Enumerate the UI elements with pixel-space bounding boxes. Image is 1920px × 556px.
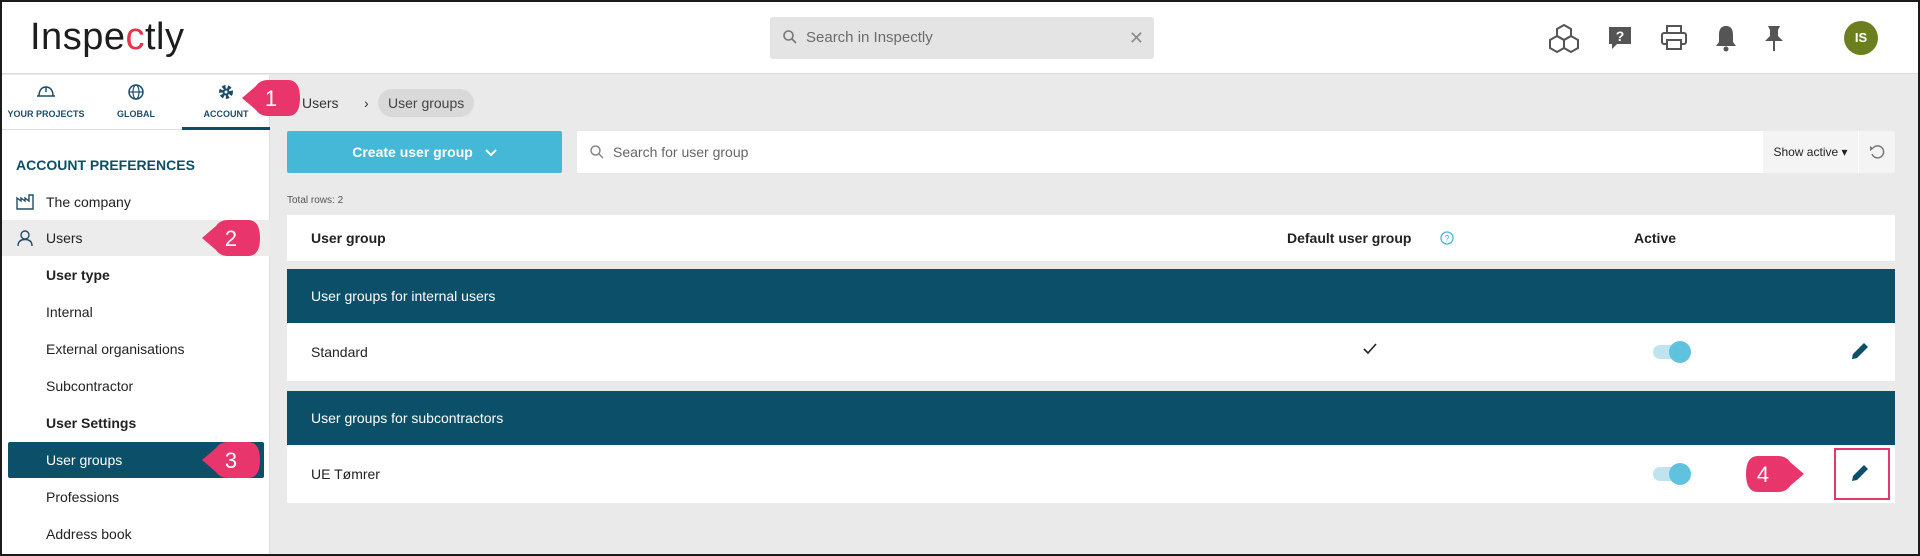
column-user-group[interactable]: User group	[311, 230, 386, 246]
row-name: UE Tømrer	[311, 466, 380, 482]
search-placeholder: Search in Inspectly	[806, 29, 933, 46]
reset-filter-button[interactable]	[1859, 131, 1895, 173]
user-group-search-input[interactable]: Search for user group	[577, 131, 1895, 173]
search-placeholder: Search for user group	[613, 144, 749, 160]
pin-icon[interactable]	[1758, 22, 1790, 54]
group-title: User groups for subcontractors	[311, 410, 504, 426]
print-icon[interactable]	[1658, 22, 1690, 54]
user-icon	[17, 230, 33, 247]
inspectly-logo[interactable]: Inspectly	[30, 16, 184, 59]
sidebar-item-professions[interactable]: Professions	[2, 479, 270, 515]
toggle-knob	[1669, 463, 1691, 485]
sidebar-tabs: YOUR PROJECTS GLOBAL ACCOUNT	[2, 75, 270, 130]
sidebar-item-label: Professions	[46, 489, 120, 505]
total-rows: Total rows: 2	[287, 195, 344, 206]
tab-label: YOUR PROJECTS	[7, 109, 85, 119]
breadcrumb-current: User groups	[378, 89, 475, 117]
tab-label: GLOBAL	[117, 109, 155, 119]
main-content: Users › User groups Create user group Se…	[272, 75, 1918, 554]
callout-number: 2	[224, 226, 238, 251]
callout-number: 1	[264, 86, 278, 111]
callout-number: 4	[1756, 462, 1770, 487]
sidebar-item-label: Address book	[46, 526, 132, 542]
avatar[interactable]: IS	[1844, 21, 1878, 55]
callout-4: 4	[1742, 454, 1804, 494]
sidebar-item-label: Internal	[46, 304, 93, 320]
close-icon[interactable]: ✕	[1129, 28, 1144, 49]
pencil-edit-icon[interactable]	[1849, 340, 1871, 362]
pencil-edit-icon[interactable]	[1849, 462, 1871, 484]
callout-1: 1	[242, 78, 300, 118]
create-user-group-button[interactable]: Create user group	[287, 131, 562, 173]
undo-icon	[1870, 145, 1885, 159]
info-icon[interactable]: ?	[1440, 231, 1454, 245]
column-active[interactable]: Active	[1634, 230, 1676, 246]
chevron-right-icon: ›	[364, 95, 369, 111]
sidebar-item-label: Subcontractor	[46, 378, 134, 394]
callout-number: 3	[224, 448, 238, 473]
globe-icon	[128, 84, 144, 100]
help-chat-icon[interactable]: ?	[1604, 22, 1636, 54]
helmet-icon	[37, 86, 55, 97]
svg-text:?: ?	[1616, 28, 1625, 44]
bell-icon[interactable]	[1710, 22, 1742, 54]
check-icon	[1363, 343, 1377, 355]
active-toggle[interactable]	[1653, 463, 1691, 485]
search-icon	[590, 145, 604, 159]
sidebar-item-external-organisations[interactable]: External organisations	[2, 331, 270, 367]
table-row[interactable]: UE Tømrer	[287, 445, 1895, 503]
active-toggle[interactable]	[1653, 341, 1691, 363]
sidebar-item-the-company[interactable]: The company	[2, 184, 270, 220]
sidebar-item-internal[interactable]: Internal	[2, 294, 270, 330]
account-preferences-title: ACCOUNT PREFERENCES	[16, 157, 195, 173]
gear-icon	[219, 85, 233, 99]
tab-your-projects[interactable]: YOUR PROJECTS	[2, 75, 90, 130]
sidebar: YOUR PROJECTS GLOBAL ACCOUNT ACCOUNT PRE…	[2, 75, 270, 554]
search-icon	[783, 30, 797, 44]
group-header-subcontractors: User groups for subcontractors	[287, 391, 1895, 445]
column-default-user-group[interactable]: Default user group	[1287, 230, 1411, 246]
sidebar-item-user-type: User type	[2, 257, 270, 293]
sidebar-item-label: User type	[46, 267, 110, 283]
app-window: Inspectly Search in Inspectly ✕ ? IS YOU…	[0, 0, 1920, 556]
callout-3: 3	[202, 440, 260, 480]
sidebar-item-label: User groups	[46, 452, 123, 468]
sidebar-item-label: User Settings	[46, 415, 137, 431]
sidebar-item-label: Users	[46, 230, 83, 246]
breadcrumb-users-link[interactable]: Users	[302, 95, 339, 111]
global-search-input[interactable]: Search in Inspectly ✕	[770, 17, 1154, 59]
top-header: Inspectly Search in Inspectly ✕ ? IS	[2, 2, 1918, 74]
sidebar-item-user-settings: User Settings	[2, 405, 270, 441]
callout-2: 2	[202, 218, 260, 258]
sidebar-item-address-book[interactable]: Address book	[2, 516, 270, 552]
sidebar-item-label: The company	[46, 194, 131, 210]
table-row[interactable]: Standard	[287, 323, 1895, 381]
sidebar-item-subcontractor[interactable]: Subcontractor	[2, 368, 270, 404]
chevron-down-icon	[485, 149, 497, 157]
sidebar-item-label: External organisations	[46, 341, 185, 357]
svg-text:?: ?	[1444, 234, 1449, 244]
toggle-knob	[1669, 341, 1691, 363]
show-active-dropdown[interactable]: Show active ▾	[1763, 131, 1858, 173]
group-header-internal: User groups for internal users	[287, 269, 1895, 323]
tab-global[interactable]: GLOBAL	[92, 75, 180, 130]
caret-down-icon: ▾	[1841, 145, 1848, 159]
factory-icon	[16, 194, 34, 210]
cubes-icon[interactable]	[1548, 22, 1580, 54]
table-header: User group Default user group ? Active	[287, 215, 1895, 261]
create-button-label: Create user group	[352, 144, 473, 160]
group-title: User groups for internal users	[311, 288, 496, 304]
row-name: Standard	[311, 344, 368, 360]
